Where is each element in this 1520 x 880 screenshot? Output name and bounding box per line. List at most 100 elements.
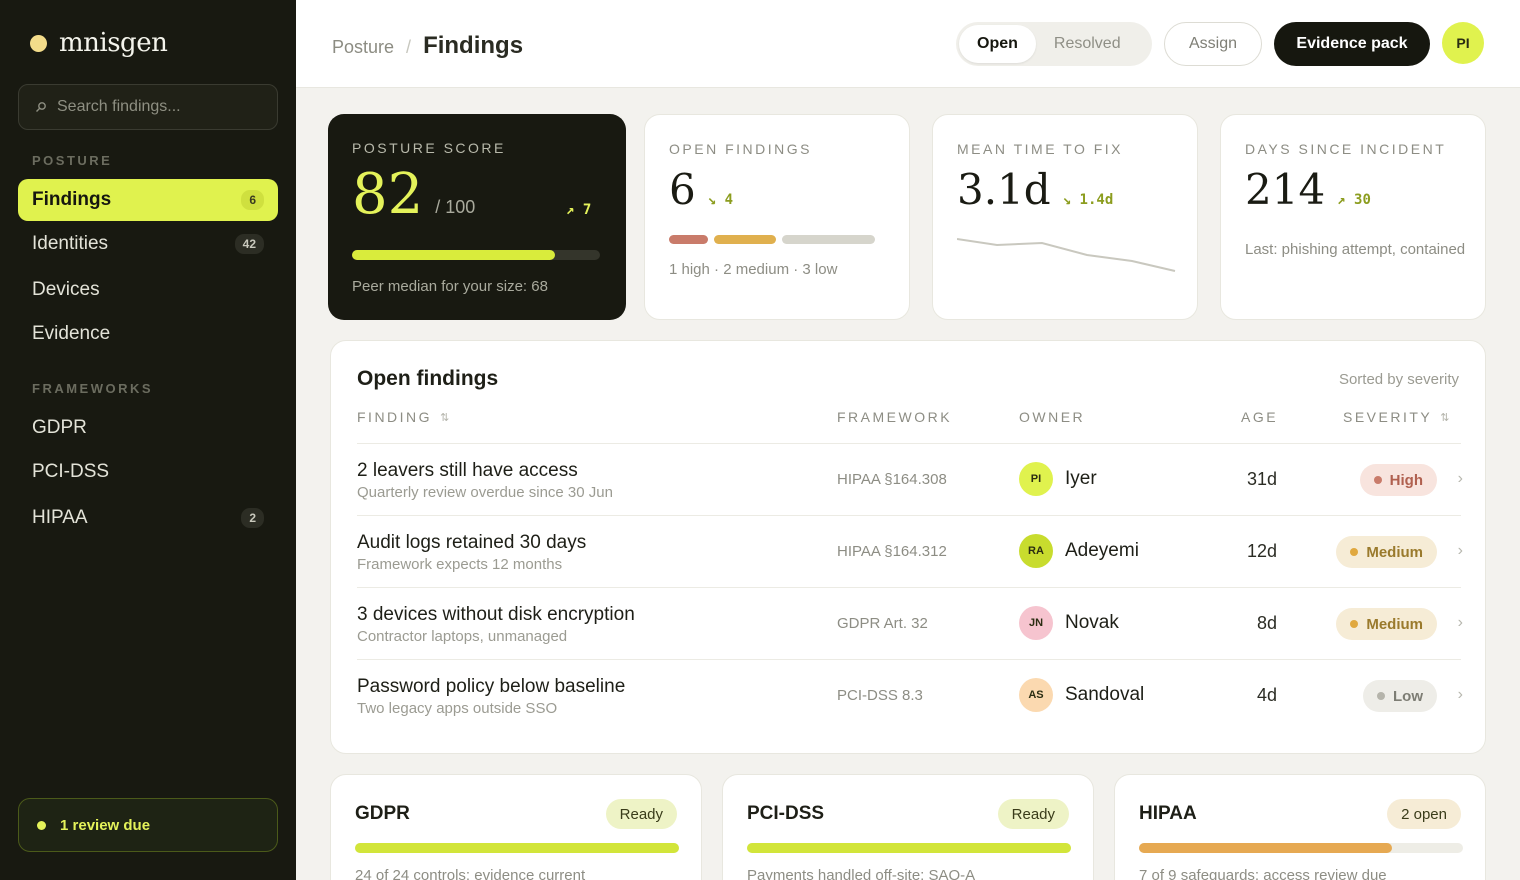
sort-note[interactable]: Sorted by severity xyxy=(1339,371,1459,388)
framework-name: HIPAA xyxy=(1139,803,1197,824)
user-avatar[interactable]: PI xyxy=(1442,22,1484,64)
review-due-banner[interactable]: 1 review due xyxy=(18,798,278,852)
last-incident-note: Last: phishing attempt, contained xyxy=(1245,241,1466,258)
evidence-pack-button[interactable]: Evidence pack xyxy=(1274,22,1430,66)
finding-framework: HIPAA §164.312 xyxy=(837,543,947,560)
sidebar-item-label: Findings xyxy=(32,189,112,210)
finding-age: 8d xyxy=(1256,613,1277,633)
sidebar-item-label: Evidence xyxy=(32,323,111,344)
column-header-finding[interactable]: FINDING ⇅ xyxy=(357,409,449,425)
column-header-owner: OWNER xyxy=(1019,409,1086,425)
search-icon xyxy=(36,102,46,112)
column-header-severity[interactable]: SEVERITY ⇅ xyxy=(1343,409,1449,425)
table-row[interactable]: 2 leavers still have access Quarterly re… xyxy=(357,443,1463,515)
severity-dot-icon xyxy=(1350,620,1359,628)
severity-dot-icon xyxy=(1373,476,1382,484)
card-label: POSTURE SCORE xyxy=(352,140,506,156)
severity-bar-high xyxy=(669,235,708,244)
severity-dot-icon xyxy=(1350,548,1359,556)
severity-badge: Medium xyxy=(1336,536,1437,568)
severity-distribution-bar xyxy=(669,235,875,244)
severity-label: Medium xyxy=(1366,543,1423,561)
breadcrumb: Posture / Findings xyxy=(332,32,523,60)
incident-value: 214 ↗ 30 xyxy=(1245,165,1371,214)
owner-name: Novak xyxy=(1065,612,1119,633)
status-toggle: Open Resolved xyxy=(956,22,1152,66)
severity-label: Medium xyxy=(1366,615,1423,633)
finding-title: Password policy below baseline xyxy=(357,676,626,697)
finding-framework: HIPAA §164.308 xyxy=(837,471,947,488)
open-findings-value: 6 ↘ 4 xyxy=(669,165,733,214)
framework-status-badge: 2 open xyxy=(1387,799,1461,829)
breadcrumb-parent[interactable]: Posture xyxy=(332,37,394,58)
table-row[interactable]: Password policy below baseline Two legac… xyxy=(357,659,1463,731)
mttf-value: 3.1d ↘ 1.4d xyxy=(957,165,1113,214)
sidebar-item-identities[interactable]: Identities 42 xyxy=(18,223,278,265)
open-findings-card: OPEN FINDINGS 6 ↘ 4 1 high · 2 medium · … xyxy=(644,114,910,320)
table-row[interactable]: 3 devices without disk encryption Contra… xyxy=(357,587,1463,659)
assign-button[interactable]: Assign xyxy=(1164,22,1262,66)
toggle-resolved[interactable]: Resolved xyxy=(1036,25,1139,63)
framework-progress-fill xyxy=(1139,843,1392,853)
framework-status-badge: Ready xyxy=(605,799,677,829)
finding-title: 2 leavers still have access xyxy=(357,460,578,481)
framework-card-pci-dss[interactable]: PCI-DSS Ready Payments handled off-site;… xyxy=(722,774,1094,880)
column-header-framework: FRAMEWORK xyxy=(837,409,953,425)
sidebar-item-label: Devices xyxy=(32,279,100,300)
score-max: / 100 xyxy=(435,197,476,217)
top-bar: Posture / Findings Open Resolved Assign … xyxy=(296,0,1520,88)
finding-subtitle: Framework expects 12 months xyxy=(357,556,563,573)
finding-age: 31d xyxy=(1246,469,1277,489)
framework-progress-bar xyxy=(747,843,1071,853)
severity-dot-icon xyxy=(1377,692,1385,700)
brand-logo-icon xyxy=(30,34,47,52)
card-label: MEAN TIME TO FIX xyxy=(957,141,1124,157)
table-row[interactable]: Audit logs retained 30 days Framework ex… xyxy=(357,515,1463,587)
brand-name: mnisgen xyxy=(59,28,168,58)
sidebar-item-hipaa[interactable]: HIPAA 2 xyxy=(18,497,278,539)
finding-owner: AS Sandoval xyxy=(1019,678,1144,712)
incident-number: 214 xyxy=(1245,165,1326,214)
nav-count-badge: 42 xyxy=(234,234,264,254)
toggle-open[interactable]: Open xyxy=(959,25,1036,63)
open-findings-table: Open findings Sorted by severity FINDING… xyxy=(330,340,1486,754)
framework-card-gdpr[interactable]: GDPR Ready 24 of 24 controls: evidence c… xyxy=(330,774,702,880)
open-findings-delta: ↘ 4 xyxy=(707,192,734,208)
finding-age: 12d xyxy=(1246,541,1277,561)
finding-subtitle: Two legacy apps outside SSO xyxy=(357,700,558,717)
column-header-label: SEVERITY xyxy=(1343,409,1433,425)
search-input[interactable] xyxy=(57,98,267,116)
nav-count-badge: 2 xyxy=(241,508,264,528)
sidebar-item-devices[interactable]: Devices xyxy=(18,269,278,311)
sidebar-item-evidence[interactable]: Evidence xyxy=(18,313,278,355)
sidebar-item-pci-dss[interactable]: PCI-DSS xyxy=(18,451,278,493)
owner-name: Iyer xyxy=(1065,468,1097,489)
framework-card-hipaa[interactable]: HIPAA 2 open 7 of 9 safeguards; access r… xyxy=(1114,774,1486,880)
open-findings-number: 6 xyxy=(669,165,696,214)
page-title: Findings xyxy=(423,32,524,59)
nav-section-posture: POSTURE xyxy=(32,153,113,168)
severity-label: Low xyxy=(1393,687,1423,705)
framework-progress-bar xyxy=(355,843,679,853)
chevron-right-icon: › xyxy=(1457,470,1463,487)
chevron-right-icon: › xyxy=(1457,542,1463,559)
search-box[interactable] xyxy=(18,84,278,130)
framework-note: 7 of 9 safeguards; access review due xyxy=(1139,867,1387,880)
column-header-age: AGE xyxy=(1241,409,1279,425)
chevron-right-icon: › xyxy=(1457,686,1463,703)
sort-icon: ⇅ xyxy=(1440,411,1450,424)
sidebar: mnisgen POSTURE Findings 6 Identities 42… xyxy=(0,0,296,880)
finding-framework: GDPR Art. 32 xyxy=(837,615,928,632)
owner-avatar: AS xyxy=(1019,678,1053,712)
finding-title: Audit logs retained 30 days xyxy=(357,532,587,553)
review-dot-icon xyxy=(37,820,46,830)
sidebar-item-gdpr[interactable]: GDPR xyxy=(18,407,278,449)
posture-progress-bar xyxy=(352,250,600,260)
sidebar-item-findings[interactable]: Findings 6 xyxy=(18,179,278,221)
column-header-label: FINDING xyxy=(357,409,433,425)
brand[interactable]: mnisgen xyxy=(30,28,168,58)
owner-name: Sandoval xyxy=(1065,684,1145,705)
framework-status-badge: Ready xyxy=(997,799,1069,829)
owner-avatar: RA xyxy=(1019,534,1053,568)
peer-median-note: Peer median for your size: 68 xyxy=(352,278,548,295)
